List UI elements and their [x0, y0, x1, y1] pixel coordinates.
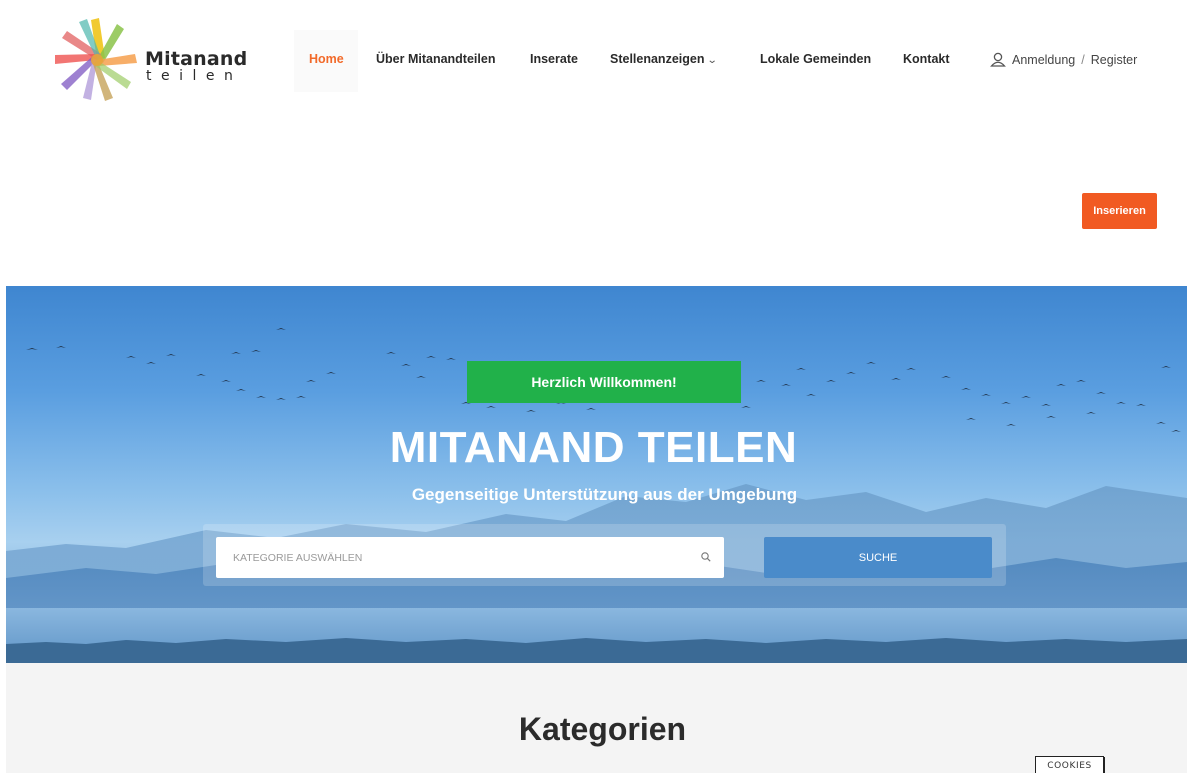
auth-links: Anmeldung / Register: [990, 52, 1137, 67]
hero-banner: [6, 286, 1187, 663]
category-search-input[interactable]: [216, 537, 724, 578]
user-icon: [990, 52, 1006, 67]
hands-logo-icon: [55, 18, 137, 101]
nav-jobs-label: Stellenanzeigen: [610, 52, 705, 66]
logo-text: Mitanand teilen: [145, 49, 247, 83]
cookies-button[interactable]: COOKIES: [1035, 756, 1104, 773]
search-button[interactable]: SUCHE: [764, 537, 992, 578]
site-logo[interactable]: Mitanand teilen: [52, 12, 252, 104]
hero-title: MITANAND TEILEN: [389, 423, 798, 472]
hero-subtitle: Gegenseitige Unterstützung aus der Umgeb…: [411, 485, 798, 504]
nav-ads[interactable]: Inserate: [530, 52, 578, 66]
insert-button[interactable]: Inserieren: [1082, 193, 1157, 229]
nav-jobs[interactable]: Stellenanzeigen ⌄: [610, 52, 719, 66]
login-link[interactable]: Anmeldung: [1012, 53, 1075, 67]
auth-separator: /: [1081, 53, 1085, 67]
search-icon: [701, 552, 711, 562]
categories-title: Kategorien: [518, 711, 687, 747]
category-select[interactable]: [216, 537, 724, 578]
welcome-badge: Herzlich Willkommen!: [467, 361, 741, 403]
logo-line1: Mitanand: [145, 48, 248, 70]
landscape-background: [6, 328, 1187, 663]
nav-communities[interactable]: Lokale Gemeinden: [760, 52, 871, 66]
chevron-down-icon: ⌄: [707, 55, 719, 66]
nav-contact[interactable]: Kontakt: [903, 52, 950, 66]
register-link[interactable]: Register: [1091, 53, 1138, 67]
nav-home[interactable]: Home: [309, 52, 344, 66]
nav-about[interactable]: Über Mitanandteilen: [376, 52, 495, 66]
logo-line2: teilen: [146, 68, 243, 84]
